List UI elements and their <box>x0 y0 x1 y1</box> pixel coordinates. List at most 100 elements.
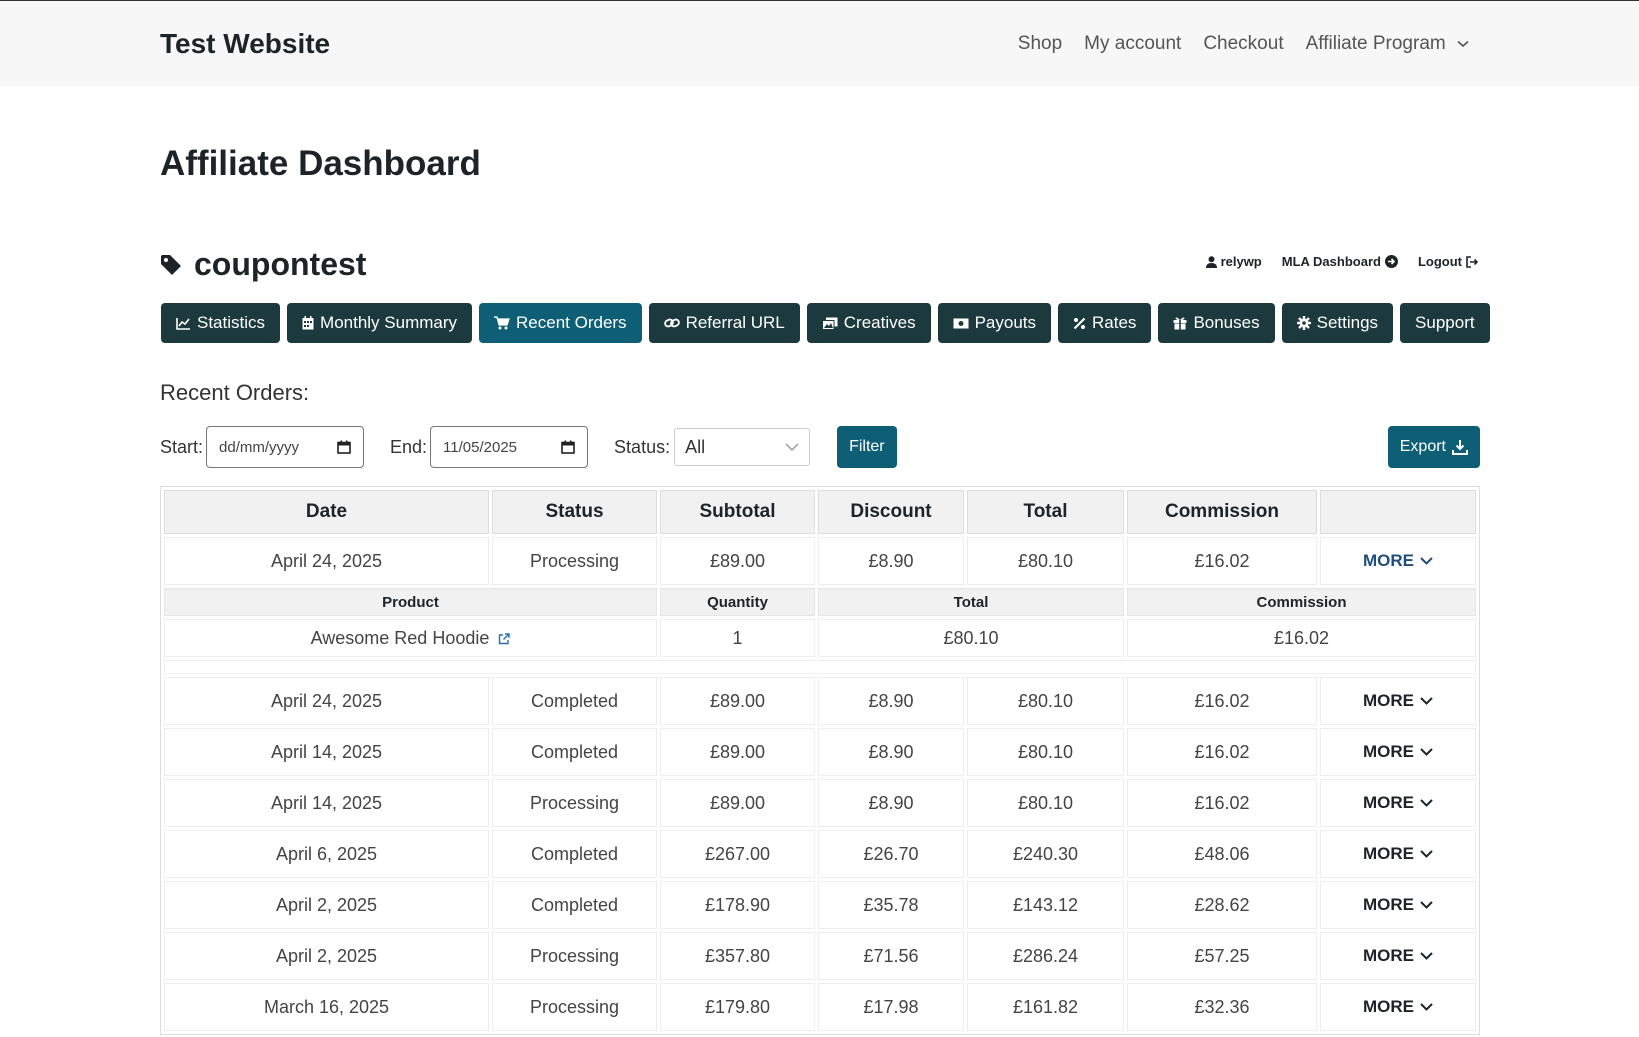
main-nav: Shop My account Checkout Affiliate Progr… <box>1018 33 1469 55</box>
nav-shop[interactable]: Shop <box>1018 33 1062 55</box>
tab-bonuses-label: Bonuses <box>1193 313 1260 332</box>
end-date-input[interactable]: 11/05/2025 <box>430 426 589 468</box>
order-subtotal: £89.00 <box>660 779 815 827</box>
order-status: Completed <box>492 677 657 725</box>
more-toggle[interactable]: MORE <box>1320 677 1476 725</box>
nav-affiliate-program-label: Affiliate Program <box>1305 33 1446 54</box>
table-row: April 2, 2025 Processing £357.80 £71.56 £286… <box>164 932 1476 980</box>
export-button-label: Export <box>1399 438 1446 455</box>
tab-bonuses[interactable]: Bonuses <box>1158 303 1275 343</box>
tab-statistics[interactable]: Statistics <box>161 303 281 343</box>
external-link-icon[interactable] <box>498 633 511 645</box>
more-label: MORE <box>1363 946 1414 965</box>
col-discount: Discount <box>818 490 964 534</box>
tab-payouts[interactable]: Payouts <box>937 303 1052 343</box>
tab-rates[interactable]: Rates <box>1058 303 1152 343</box>
table-row: April 6, 2025 Completed £267.00 £26.70 £240.… <box>164 830 1476 878</box>
order-total: £80.10 <box>967 537 1124 585</box>
order-commission: £57.25 <box>1127 932 1317 980</box>
more-toggle[interactable]: MORE <box>1320 728 1476 776</box>
orders-body-more: April 24, 2025 Completed £89.00 £8.90 £80.10… <box>164 677 1476 1031</box>
images-icon <box>821 317 838 330</box>
more-label: MORE <box>1363 742 1414 761</box>
gift-icon <box>1173 317 1187 330</box>
table-row: April 14, 2025 Processing £89.00 £8.90 £80.1… <box>164 779 1476 827</box>
user-link[interactable]: relywp <box>1205 254 1262 269</box>
start-label: Start: <box>160 436 204 457</box>
table-row: April 14, 2025 Completed £89.00 £8.90 £80.10… <box>164 728 1476 776</box>
order-subtotal: £267.00 <box>660 830 815 878</box>
chevron-down-icon <box>1420 799 1433 807</box>
user-icon <box>1205 255 1217 268</box>
more-toggle[interactable]: MORE <box>1320 881 1476 929</box>
order-commission: £16.02 <box>1127 677 1317 725</box>
more-toggle[interactable]: MORE <box>1320 537 1476 585</box>
tab-referral-url[interactable]: Referral URL <box>648 303 800 343</box>
order-status: Processing <box>492 983 657 1031</box>
start-date-input[interactable]: dd/mm/yyyy <box>206 426 365 468</box>
more-toggle[interactable]: MORE <box>1320 830 1476 878</box>
detail-col-product: Product <box>164 588 657 616</box>
more-label: MORE <box>1363 844 1414 863</box>
order-subtotal: £89.00 <box>660 728 815 776</box>
logout-icon <box>1466 255 1479 268</box>
tab-monthly-summary[interactable]: Monthly Summary <box>287 303 473 343</box>
order-commission: £16.02 <box>1127 728 1317 776</box>
page-title: Affiliate Dashboard <box>160 144 481 183</box>
order-discount: £26.70 <box>818 830 964 878</box>
order-discount: £17.98 <box>818 983 964 1031</box>
tab-support[interactable]: Support <box>1400 303 1490 343</box>
tab-settings-label: Settings <box>1316 313 1379 332</box>
cart-icon <box>494 316 510 330</box>
money-icon <box>953 318 969 328</box>
nav-affiliate-program[interactable]: Affiliate Program <box>1306 33 1469 55</box>
detail-spacer <box>164 660 1476 674</box>
product-link[interactable]: Awesome Red Hoodie <box>311 628 490 648</box>
nav-my-account[interactable]: My account <box>1084 33 1181 55</box>
filter-button[interactable]: Filter <box>837 426 897 468</box>
tab-recent-orders[interactable]: Recent Orders <box>479 303 642 343</box>
more-label: MORE <box>1363 793 1414 812</box>
logout-link[interactable]: Logout <box>1418 254 1479 269</box>
export-button[interactable]: Export <box>1387 426 1480 468</box>
more-label: MORE <box>1363 551 1414 570</box>
order-date: April 14, 2025 <box>164 728 489 776</box>
detail-total: £80.10 <box>818 619 1124 657</box>
nav-checkout[interactable]: Checkout <box>1203 33 1283 55</box>
tag-icon <box>161 254 181 275</box>
status-select[interactable]: All <box>674 428 811 466</box>
chevron-down-icon <box>1420 901 1433 909</box>
dashboard-tabs: Statistics Monthly Summary Recent Orders… <box>161 303 1490 343</box>
order-total: £161.82 <box>967 983 1124 1031</box>
order-date: April 14, 2025 <box>164 779 489 827</box>
more-toggle[interactable]: MORE <box>1320 983 1476 1031</box>
detail-commission: £16.02 <box>1127 619 1476 657</box>
order-total: £240.30 <box>967 830 1124 878</box>
status-label: Status: <box>614 436 671 457</box>
tab-referral-url-label: Referral URL <box>685 313 785 332</box>
end-label: End: <box>390 436 428 457</box>
status-select-value: All <box>685 436 706 457</box>
more-label: MORE <box>1363 895 1414 914</box>
order-discount: £8.90 <box>818 537 964 585</box>
order-status: Processing <box>492 537 657 585</box>
site-title[interactable]: Test Website <box>160 28 330 60</box>
more-toggle[interactable]: MORE <box>1320 779 1476 827</box>
order-date: April 6, 2025 <box>164 830 489 878</box>
tab-creatives[interactable]: Creatives <box>806 303 931 343</box>
order-date: April 24, 2025 <box>164 537 489 585</box>
orders-body: April 24, 2025 Processing £89.00 £8.90 £… <box>164 537 1476 674</box>
calendar-icon <box>561 440 575 454</box>
calendar-icon <box>302 316 314 330</box>
col-date: Date <box>164 490 489 534</box>
more-toggle[interactable]: MORE <box>1320 932 1476 980</box>
order-subtotal: £89.00 <box>660 677 815 725</box>
chevron-down-icon <box>1420 748 1433 756</box>
table-row: March 16, 2025 Processing £179.80 £17.98 £16… <box>164 983 1476 1031</box>
mla-dashboard-link[interactable]: MLA Dashboard <box>1282 254 1398 269</box>
detail-row: Awesome Red Hoodie 1 £80.10 £16.02 <box>164 619 1476 657</box>
tab-settings[interactable]: Settings <box>1281 303 1394 343</box>
order-filters: Start: dd/mm/yyyy End: 11/05/2025 Status… <box>160 426 1480 468</box>
table-header-row: Date Status Subtotal Discount Total Comm… <box>164 490 1476 534</box>
col-actions <box>1320 490 1476 534</box>
